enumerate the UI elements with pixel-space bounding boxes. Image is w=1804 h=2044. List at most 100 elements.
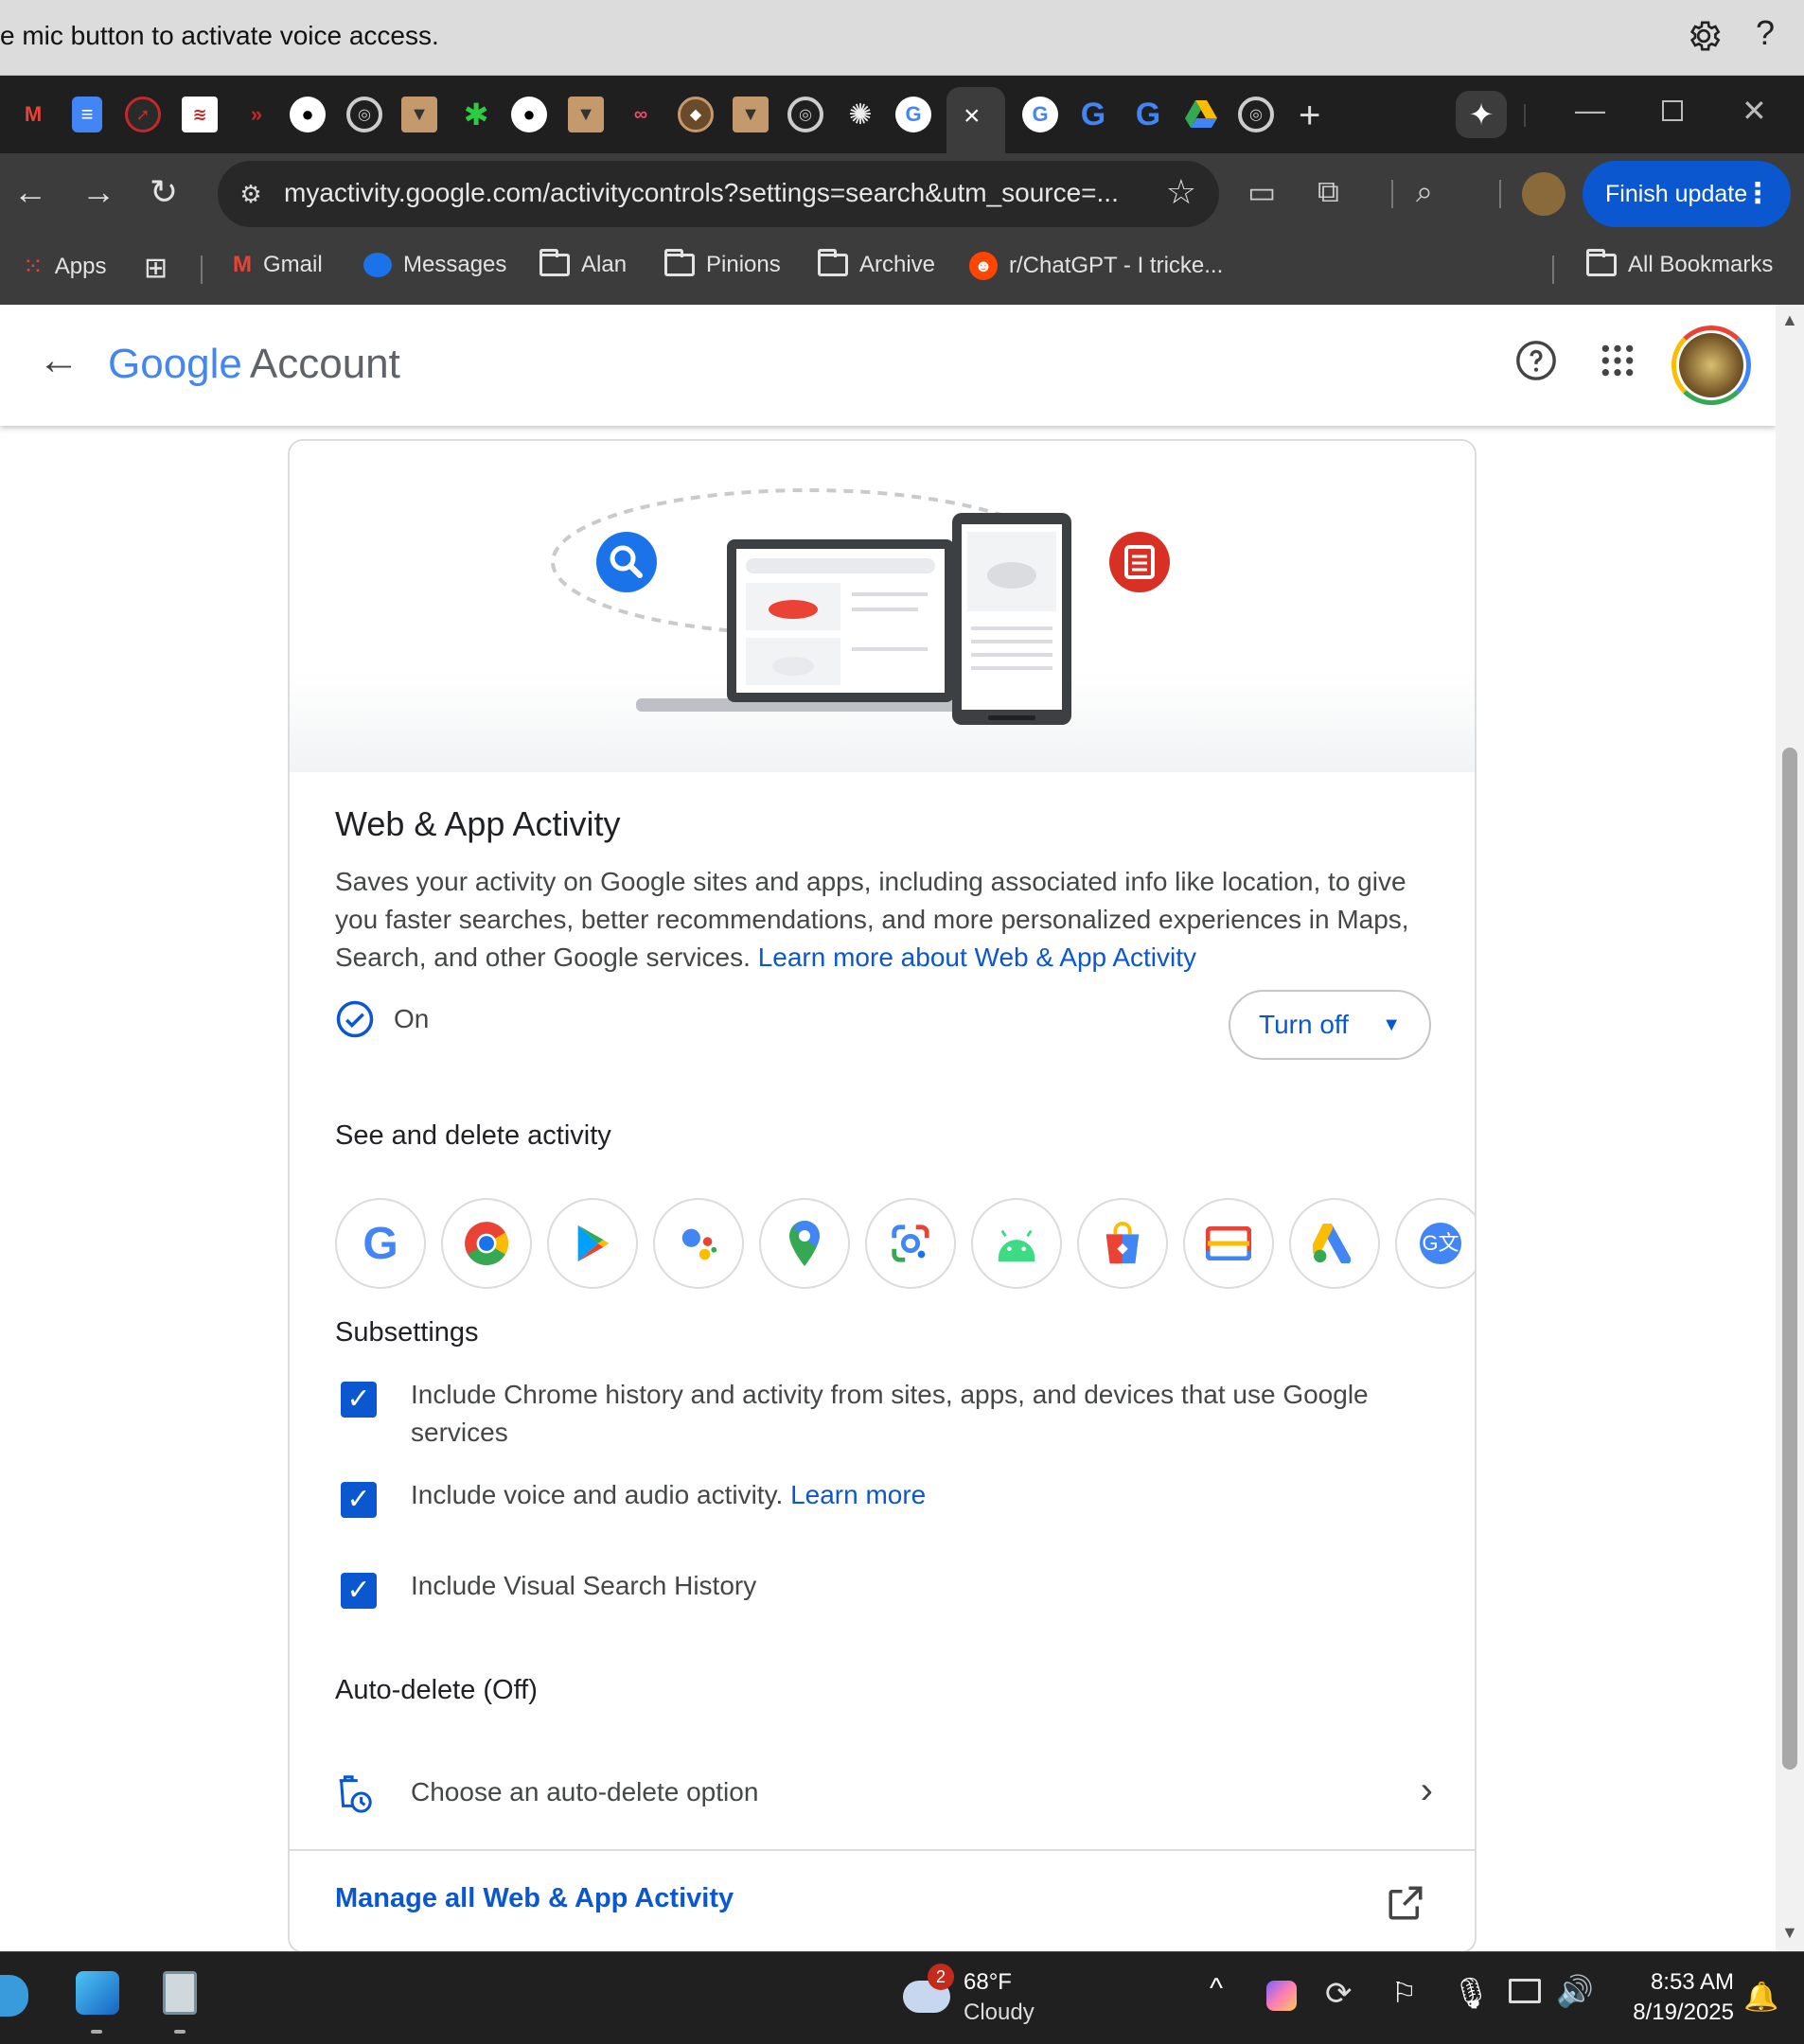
- lens-product[interactable]: [865, 1198, 956, 1289]
- scrollbar-thumb[interactable]: [1782, 748, 1797, 1770]
- drive-tab-icon[interactable]: [1183, 97, 1219, 132]
- android-product[interactable]: [971, 1198, 1062, 1289]
- bookmark-pinions[interactable]: Pinions: [664, 249, 781, 278]
- clock-date[interactable]: 8/19/2025: [1617, 2000, 1734, 2026]
- openai-tab-icon[interactable]: ✺: [842, 97, 878, 132]
- shopping-product[interactable]: [1077, 1198, 1168, 1289]
- page-scrollbar[interactable]: ▲ ▼: [1776, 305, 1804, 1951]
- tab-icon-red-circle[interactable]: ➚: [125, 97, 161, 132]
- back-arrow-icon[interactable]: ←: [38, 337, 80, 384]
- reload-icon[interactable]: ↻: [150, 172, 178, 212]
- bookmark-messages[interactable]: Messages: [363, 252, 506, 278]
- new-tab-button[interactable]: +: [1299, 95, 1320, 137]
- learn-more-voice-link[interactable]: Learn more: [790, 1480, 926, 1509]
- gemini-icon[interactable]: ✦: [1456, 91, 1507, 138]
- bookmark-archive[interactable]: Archive: [818, 249, 935, 278]
- translate-product[interactable]: G文: [1395, 1198, 1475, 1289]
- google-tab-icon[interactable]: G: [895, 97, 931, 132]
- turn-off-button[interactable]: Turn off ▼: [1229, 990, 1431, 1060]
- github-tab-icon[interactable]: ●: [290, 97, 326, 132]
- reddit-icon: ☻: [969, 252, 998, 280]
- scroll-up-icon[interactable]: ▲: [1781, 310, 1798, 330]
- assistant-product[interactable]: [653, 1198, 744, 1289]
- profile-tab-icon[interactable]: ◆: [678, 97, 714, 132]
- copilot-icon[interactable]: [1266, 1981, 1297, 2011]
- auto-delete-option-row[interactable]: Choose an auto-delete option ›: [335, 1766, 1433, 1823]
- clock-time[interactable]: 8:53 AM: [1636, 1969, 1734, 1996]
- weather-temperature[interactable]: 68°F: [964, 1969, 1012, 1996]
- chevron-up-icon[interactable]: ^: [1210, 1973, 1223, 2005]
- apps-grid-icon[interactable]: [1600, 343, 1636, 379]
- link-tab-icon[interactable]: ∞: [623, 97, 659, 132]
- scroll-down-icon[interactable]: ▼: [1781, 1923, 1798, 1943]
- pen-icon[interactable]: ⚐: [1391, 1977, 1417, 2010]
- chrome-history-checkbox[interactable]: ✓: [341, 1382, 377, 1418]
- microphone-icon[interactable]: 🎙: [1452, 1975, 1491, 2011]
- close-icon[interactable]: ×: [964, 100, 981, 132]
- extensions-icon[interactable]: ⧉: [1318, 174, 1339, 210]
- bookmark-all[interactable]: All Bookmarks: [1586, 249, 1773, 278]
- activity-card: Web & App Activity Saves your activity o…: [288, 439, 1477, 1951]
- site-info-icon[interactable]: ⚙: [233, 176, 269, 212]
- cast-icon[interactable]: ▭: [1247, 174, 1276, 210]
- photos-icon[interactable]: [76, 1971, 119, 2015]
- network-icon[interactable]: [1509, 1979, 1541, 2003]
- gear-icon[interactable]: [1685, 17, 1723, 55]
- profile-avatar[interactable]: [1522, 172, 1565, 216]
- brave-tab-icon[interactable]: ▼: [401, 97, 437, 132]
- volume-icon[interactable]: 🔊: [1556, 1973, 1594, 2009]
- open-in-new-icon[interactable]: [1386, 1883, 1425, 1923]
- tab-icon-red-arrows[interactable]: »: [239, 97, 274, 132]
- google-tab-icon[interactable]: G: [1075, 97, 1111, 132]
- bank-tab-icon[interactable]: ≋: [182, 97, 218, 132]
- address-bar[interactable]: ⚙ myactivity.google.com/activitycontrols…: [218, 161, 1219, 227]
- ads-product[interactable]: [1289, 1198, 1380, 1289]
- tab-groups-icon[interactable]: ⊞: [144, 252, 168, 285]
- chrome-tab-icon[interactable]: ◎: [346, 97, 382, 132]
- brave-tab-icon[interactable]: ▼: [733, 97, 769, 132]
- search-tab-icon[interactable]: ⌕: [1416, 174, 1433, 210]
- bookmark-alan[interactable]: Alan: [539, 249, 627, 278]
- chrome-tab-icon[interactable]: ◎: [787, 97, 823, 132]
- close-window-icon[interactable]: ✕: [1742, 93, 1767, 129]
- play-product[interactable]: [547, 1198, 638, 1289]
- google-tab-icon[interactable]: G: [1130, 97, 1166, 132]
- visual-search-checkbox[interactable]: ✓: [341, 1573, 377, 1609]
- forward-icon[interactable]: →: [81, 172, 115, 212]
- github-tab-icon[interactable]: ●: [511, 97, 547, 132]
- docs-tab-icon[interactable]: ≡: [72, 97, 102, 132]
- google-tab-icon[interactable]: G: [1022, 97, 1058, 132]
- avatar[interactable]: [1671, 326, 1751, 405]
- calculator-icon[interactable]: [163, 1971, 197, 2015]
- brave-tab-icon[interactable]: ▼: [568, 97, 604, 132]
- manage-activity-row[interactable]: Manage all Web & App Activity: [290, 1849, 1475, 1951]
- minimize-icon[interactable]: —: [1575, 93, 1605, 128]
- help-circle-icon[interactable]: [1514, 339, 1558, 382]
- maximize-icon[interactable]: [1662, 100, 1683, 121]
- more-vert-icon[interactable]: ⋮: [1743, 161, 1772, 227]
- chrome-tab-icon[interactable]: ◎: [1238, 97, 1274, 132]
- bookmark-reddit[interactable]: ☻ r/ChatGPT - I tricke...: [969, 252, 1223, 280]
- bookmark-apps[interactable]: ⁙ Apps: [23, 252, 107, 281]
- finish-update-button[interactable]: Finish update ⋮: [1583, 161, 1791, 227]
- google-account-logo[interactable]: Google Account: [108, 341, 400, 388]
- maps-product[interactable]: [759, 1198, 850, 1289]
- bookmark-gmail[interactable]: M Gmail: [233, 252, 323, 278]
- voice-audio-checkbox[interactable]: ✓: [341, 1482, 377, 1518]
- tv-product[interactable]: [1183, 1198, 1274, 1289]
- google-search-product[interactable]: G: [335, 1198, 426, 1289]
- asterisk-tab-icon[interactable]: ✱: [458, 97, 494, 132]
- chrome-product[interactable]: [441, 1198, 532, 1289]
- notification-bell-icon[interactable]: 🔔: [1743, 1981, 1778, 2014]
- help-icon[interactable]: ?: [1756, 13, 1775, 53]
- copilot-people-icon[interactable]: [0, 1975, 28, 2017]
- learn-more-link[interactable]: Learn more about Web & App Activity: [758, 943, 1196, 972]
- manage-activity-link[interactable]: Manage all Web & App Activity: [335, 1883, 734, 1914]
- url-text[interactable]: myactivity.google.com/activitycontrols?s…: [284, 178, 1119, 208]
- sync-icon[interactable]: ⟳: [1325, 1975, 1353, 2013]
- back-icon[interactable]: ←: [13, 172, 47, 212]
- weather-condition[interactable]: Cloudy: [964, 2000, 1035, 2026]
- bookmark-star-icon[interactable]: ☆: [1166, 172, 1196, 212]
- active-tab[interactable]: ×: [946, 87, 1005, 153]
- gmail-tab-icon[interactable]: M: [15, 97, 51, 132]
